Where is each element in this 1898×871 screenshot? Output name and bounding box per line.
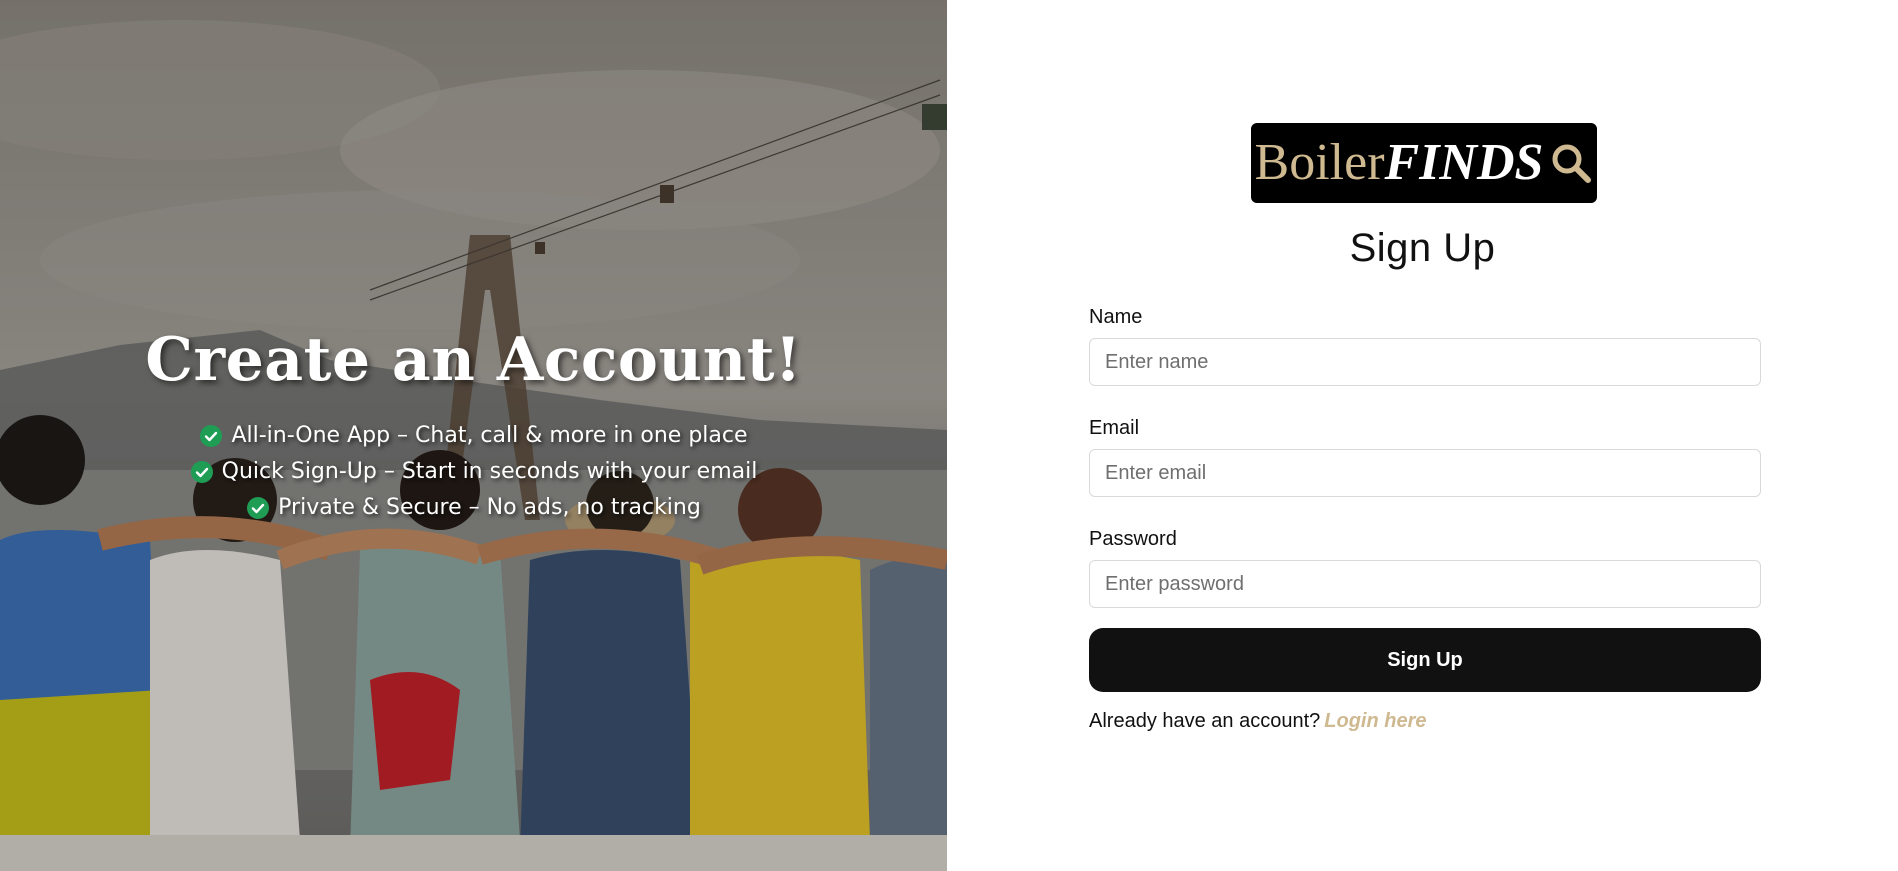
feature-item: Quick Sign-Up – Start in seconds with yo…: [0, 454, 947, 490]
logo-text-boiler: Boiler: [1254, 134, 1385, 191]
feature-text: Quick Sign-Up – Start in seconds with yo…: [221, 459, 758, 484]
email-label: Email: [1089, 417, 1140, 439]
boilerfinds-logo: Boiler FINDS: [1251, 123, 1597, 203]
signup-panel: BoilerFINDS Sign Up Name Email Password …: [947, 0, 1898, 871]
login-prompt-text: Already have an account?: [1089, 710, 1321, 732]
check-circle-icon: [200, 425, 223, 447]
email-input[interactable]: [1089, 449, 1761, 497]
login-link[interactable]: Login here: [1324, 710, 1426, 732]
signup-page: Create an Account! All-in-One App – Chat…: [0, 0, 1898, 871]
hero-content: Create an Account! All-in-One App – Chat…: [0, 320, 947, 526]
search-icon: [1552, 144, 1592, 183]
check-circle-icon: [190, 461, 213, 483]
sign-up-button[interactable]: Sign Up: [1089, 628, 1761, 692]
check-circle-icon: [247, 497, 270, 519]
password-label: Password: [1089, 528, 1177, 550]
logo-text-finds: FINDS: [1384, 134, 1544, 191]
login-prompt: Already have an account? Login here: [1089, 706, 1761, 736]
password-input[interactable]: [1089, 560, 1761, 608]
feature-text: All-in-One App – Chat, call & more in on…: [231, 423, 748, 448]
feature-text: Private & Secure – No ads, no tracking: [278, 495, 701, 520]
hero-panel: Create an Account! All-in-One App – Chat…: [0, 0, 947, 871]
feature-list: All-in-One App – Chat, call & more in on…: [0, 418, 947, 526]
name-input[interactable]: [1089, 338, 1761, 386]
feature-item: All-in-One App – Chat, call & more in on…: [0, 418, 947, 454]
signup-form: Name Email Password Sign Up Already have…: [1089, 300, 1761, 736]
hero-title: Create an Account!: [145, 325, 802, 395]
feature-item: Private & Secure – No ads, no tracking: [0, 490, 947, 526]
form-title: Sign Up: [1349, 226, 1496, 270]
name-label: Name: [1089, 306, 1143, 328]
